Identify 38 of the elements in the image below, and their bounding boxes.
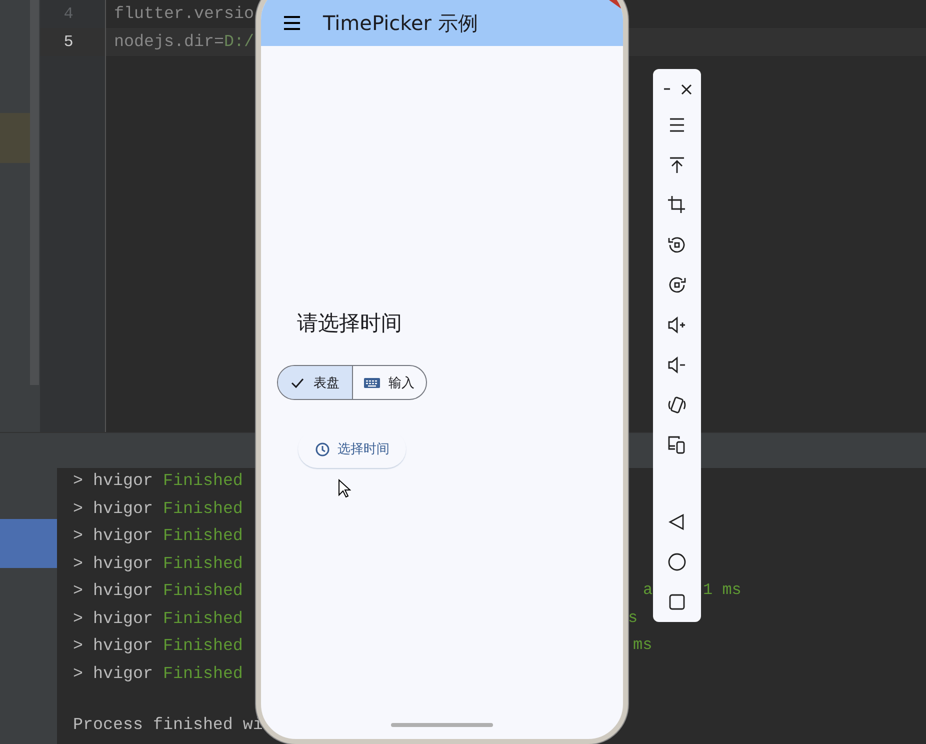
code-line: flutter.versio — [114, 4, 254, 24]
scrollbar[interactable] — [30, 0, 39, 385]
console-line: > hvigor Finished — [73, 582, 243, 602]
console-text: 1 ms — [703, 581, 742, 599]
heading: 请选择时间 — [297, 310, 403, 337]
clock-icon — [314, 442, 330, 456]
app-title: TimePicker 示例 — [323, 10, 478, 36]
console-text: s — [628, 608, 638, 626]
rotate-right-icon[interactable] — [667, 275, 687, 295]
volume-up-icon[interactable] — [667, 315, 687, 335]
home-icon[interactable] — [667, 552, 687, 572]
rotate-left-icon[interactable] — [667, 235, 687, 255]
keyboard-icon — [364, 376, 380, 388]
mode-segment[interactable]: 表盘 — [278, 366, 352, 399]
console-line: > hvigor Finished — [73, 664, 243, 684]
code-line: nodejs.dir=D:/ — [114, 32, 254, 52]
console-text: ms — [633, 636, 652, 654]
upload-icon[interactable] — [667, 155, 687, 175]
close-icon[interactable] — [680, 82, 692, 96]
console-line: Process finished wi — [73, 716, 263, 735]
select-time-button[interactable]: 选择时间 — [298, 430, 406, 468]
debug-banner — [609, 0, 623, 10]
console-line: > hvigor Finished — [73, 637, 243, 656]
check-icon — [290, 376, 306, 390]
console-line: > hvigor Finished — [73, 554, 243, 574]
console-text: a — [643, 581, 653, 599]
recent-apps-icon[interactable] — [667, 592, 687, 612]
devices-icon[interactable] — [667, 435, 687, 455]
volume-down-icon[interactable] — [667, 355, 687, 375]
console-line: > hvigor Finished — [73, 500, 243, 519]
crop-icon[interactable] — [667, 195, 687, 215]
phone-shake-icon[interactable] — [667, 395, 687, 415]
mode-segment[interactable]: 输入 — [352, 366, 426, 399]
console-line: > hvigor Finished — [73, 472, 243, 492]
cursor-icon — [338, 479, 351, 498]
line-number: 5 — [64, 33, 74, 51]
console-line: > hvigor Finished — [73, 527, 243, 546]
console-line: > hvigor Finished — [73, 610, 243, 629]
